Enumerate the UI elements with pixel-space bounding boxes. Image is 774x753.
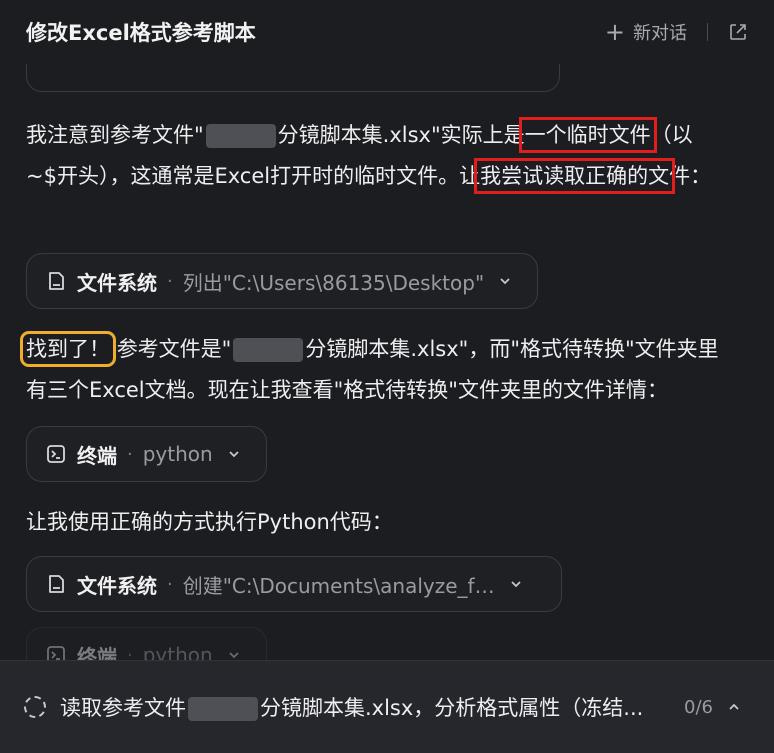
- highlight-red-box: 一个临时文件: [518, 117, 657, 153]
- message-paragraph: 找到了！ 参考文件是" 分镜脚本集.xlsx"，而"格式待转换"文件夹里有三个Ex…: [20, 329, 736, 411]
- chevron-up-icon[interactable]: [727, 700, 741, 714]
- tool-card-terminal[interactable]: 终端 · python: [26, 426, 267, 482]
- page-title: 修改Excel格式参考脚本: [26, 21, 256, 45]
- chevron-down-icon[interactable]: [227, 648, 241, 660]
- message-paragraph: 让我使用正确的方式执行Python代码：: [26, 510, 393, 534]
- tool-detail: python: [142, 442, 213, 466]
- message-paragraph: 我注意到参考文件" 分镜脚本集.xlsx"实际上是一个临时文件（以~$开头），这通…: [26, 115, 736, 197]
- tool-name: 文件系统: [77, 270, 157, 295]
- tool-card-partial[interactable]: [26, 64, 560, 92]
- separator-dot: ·: [167, 270, 173, 292]
- redacted-text: [233, 338, 304, 362]
- tool-card-filesystem[interactable]: 文件系统 · 列出"C:\Users\86135\Desktop": [26, 253, 538, 309]
- highlight-red-box: 我尝试读取正确的文: [474, 158, 676, 194]
- terminal-icon: [47, 445, 65, 463]
- header: 修改Excel格式参考脚本 + 新对话: [0, 0, 774, 64]
- file-icon: [49, 272, 64, 290]
- task-text: 分镜脚本集.xlsx，分析格式属性（冻结...: [260, 696, 644, 720]
- task-text: 读取参考文件: [60, 696, 186, 720]
- chevron-down-icon[interactable]: [509, 577, 523, 591]
- separator-dot: ·: [127, 443, 133, 465]
- tool-card-filesystem[interactable]: 文件系统 · 创建"C:\Documents\analyze_f…: [26, 556, 562, 612]
- chevron-down-icon[interactable]: [498, 274, 512, 288]
- task-status-bar[interactable]: 读取参考文件 分镜脚本集.xlsx，分析格式属性（冻结... 0/6: [0, 660, 774, 753]
- tool-card-terminal[interactable]: 终端 · python: [26, 627, 267, 660]
- tool-detail: 创建"C:\Documents\analyze_f…: [182, 573, 495, 598]
- message-text: 分镜脚本集.xlsx"实际上是: [277, 123, 525, 147]
- plus-icon: +: [604, 18, 625, 46]
- current-task: 读取参考文件 分镜脚本集.xlsx，分析格式属性（冻结...: [60, 692, 670, 722]
- new-chat-label: 新对话: [633, 23, 687, 44]
- message-text: 件：: [669, 164, 712, 188]
- redacted-text: [205, 124, 276, 148]
- tool-name: 终端: [77, 644, 117, 661]
- message-text: 参考文件是": [116, 337, 232, 361]
- separator-dot: ·: [167, 573, 173, 595]
- conversation-area[interactable]: 我注意到参考文件" 分镜脚本集.xlsx"实际上是一个临时文件（以~$开头），这通…: [0, 64, 774, 660]
- tool-detail: 列出"C:\Users\86135\Desktop": [182, 270, 485, 295]
- tool-name: 终端: [77, 443, 117, 468]
- chevron-down-icon[interactable]: [227, 447, 241, 461]
- file-icon: [49, 575, 64, 593]
- separator-dot: ·: [127, 644, 133, 661]
- terminal-icon: [47, 646, 65, 660]
- task-progress: 0/6: [684, 696, 713, 718]
- new-chat-button[interactable]: + 新对话: [605, 19, 687, 45]
- tool-name: 文件系统: [77, 573, 157, 598]
- highlight-orange-box: 找到了！: [20, 331, 116, 367]
- loading-spinner-icon: [24, 696, 46, 718]
- divider: [707, 23, 708, 41]
- message-text: 我注意到参考文件": [26, 123, 204, 147]
- redacted-text: [188, 697, 258, 721]
- tool-detail: python: [142, 643, 213, 660]
- external-link-icon[interactable]: [728, 22, 748, 42]
